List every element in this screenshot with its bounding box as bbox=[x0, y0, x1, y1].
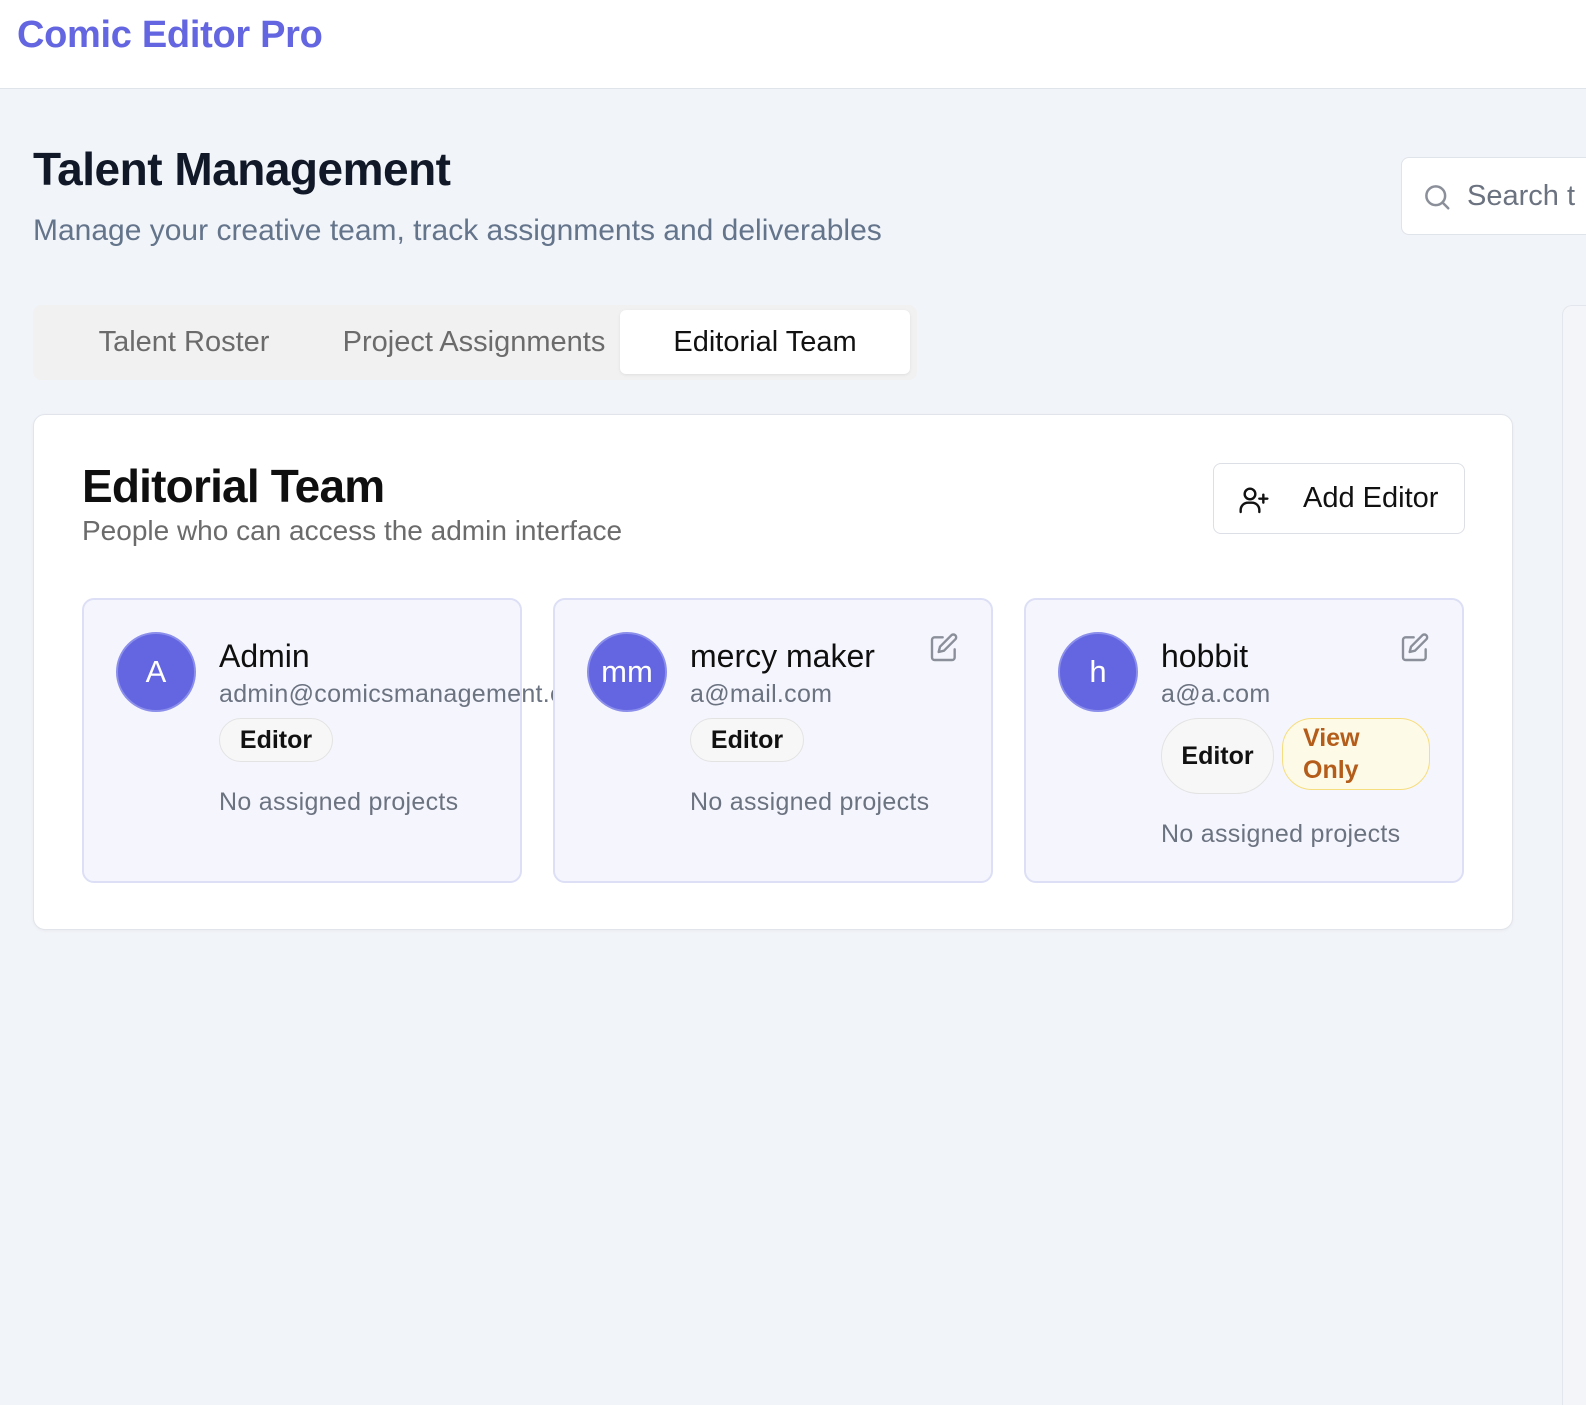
avatar: mm bbox=[587, 632, 667, 712]
add-editor-button[interactable]: Add Editor bbox=[1213, 463, 1465, 534]
tab-talent-roster[interactable]: Talent Roster bbox=[49, 310, 319, 374]
edit-icon[interactable] bbox=[928, 632, 960, 664]
top-bar: Comic Editor Pro bbox=[0, 0, 1586, 89]
editor-card-hobbit: h hobbit a@a.com Editor View Only No ass… bbox=[1024, 598, 1464, 883]
projects-status: No assigned projects bbox=[1161, 820, 1401, 848]
search-input[interactable]: Search t bbox=[1401, 157, 1586, 235]
user-plus-icon bbox=[1239, 487, 1269, 514]
editor-name: Admin bbox=[219, 638, 310, 674]
tab-project-assignments[interactable]: Project Assignments bbox=[323, 310, 625, 374]
tab-list: Talent Roster Project Assignments Editor… bbox=[33, 305, 917, 380]
panel-title: Editorial Team bbox=[82, 460, 385, 512]
page-subtitle: Manage your creative team, track assignm… bbox=[33, 214, 882, 247]
panel-subtitle: People who can access the admin interfac… bbox=[82, 515, 623, 546]
projects-status: No assigned projects bbox=[690, 788, 930, 816]
editor-name: mercy maker bbox=[690, 638, 875, 674]
search-icon bbox=[1425, 185, 1450, 210]
editor-email: a@a.com bbox=[1161, 680, 1271, 708]
side-panel-edge bbox=[1562, 305, 1586, 1405]
editor-email: a@mail.com bbox=[690, 680, 833, 708]
editor-email: admin@comicsmanagement.com bbox=[219, 680, 599, 708]
page-title: Talent Management bbox=[33, 143, 451, 195]
add-editor-label: Add Editor bbox=[1303, 482, 1439, 514]
app-title[interactable]: Comic Editor Pro bbox=[17, 14, 323, 57]
editor-name: hobbit bbox=[1161, 638, 1249, 674]
editorial-team-panel: Editorial Team People who can access the… bbox=[33, 414, 1513, 930]
role-badge: Editor bbox=[690, 718, 804, 762]
role-badge: Editor bbox=[1161, 718, 1274, 794]
avatar: A bbox=[116, 632, 196, 712]
avatar: h bbox=[1058, 632, 1138, 712]
editor-card-mercy-maker: mm mercy maker a@mail.com Editor No assi… bbox=[553, 598, 993, 883]
role-badge: Editor bbox=[219, 718, 333, 762]
edit-icon[interactable] bbox=[1399, 632, 1431, 664]
tab-editorial-team[interactable]: Editorial Team bbox=[620, 310, 910, 374]
view-only-badge: View Only bbox=[1282, 718, 1430, 790]
editor-card-admin: A Admin admin@comicsmanagement.com Edito… bbox=[82, 598, 598, 883]
search-placeholder: Search t bbox=[1467, 180, 1575, 212]
projects-status: No assigned projects bbox=[219, 788, 459, 816]
